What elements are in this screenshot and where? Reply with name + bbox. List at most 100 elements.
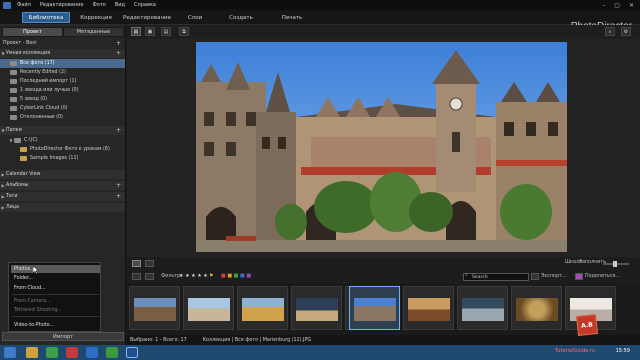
loupe-view-icon[interactable]: ▣ <box>145 27 155 36</box>
search-zoom-icon[interactable]: ⌕ <box>605 27 615 36</box>
main-photo[interactable] <box>196 42 567 252</box>
collection-icon <box>10 79 17 84</box>
folder-item-samples[interactable]: Sample Images (11) <box>0 154 125 163</box>
menu-file[interactable]: Файл <box>17 2 31 8</box>
thumbnail-image <box>242 298 284 321</box>
collection-item-all-photos[interactable]: Все фото (17) <box>0 59 125 68</box>
tab-edit[interactable]: Редактирование <box>118 12 176 23</box>
menu-view[interactable]: Вид <box>115 2 125 8</box>
thumbnail[interactable] <box>237 286 288 330</box>
import-button[interactable]: Импорт <box>2 332 124 341</box>
thumbnail[interactable] <box>129 286 180 330</box>
thumbnail[interactable] <box>291 286 342 330</box>
grid-view-icon[interactable]: ▦ <box>131 27 141 36</box>
collection-item-cloud[interactable]: CyberLink Cloud (0) <box>0 104 125 113</box>
thumbnail[interactable] <box>511 286 562 330</box>
folders-header[interactable]: ▼ Папки + <box>0 126 125 135</box>
chrome-icon[interactable] <box>46 347 58 358</box>
view-toolbar: ▦ ▣ ▤ ⧉ ⌕ ⚙ <box>127 25 640 39</box>
collection-label: Последний импорт (1) <box>20 79 77 84</box>
folder-item-lessons[interactable]: PhotoDirector Фото к урокам (6) <box>0 145 125 154</box>
calendar-view-header[interactable]: ▶ Calendar View <box>0 170 125 179</box>
collection-item-last-import[interactable]: Последний импорт (1) <box>0 77 125 86</box>
import-cloud-item[interactable]: From Cloud... <box>11 284 100 292</box>
zoom-slider[interactable] <box>603 261 629 267</box>
collection-icon <box>10 70 17 75</box>
castle-photo-image <box>196 42 567 252</box>
list-view-icon[interactable] <box>145 260 154 267</box>
albums-header[interactable]: ▶ Альбомы + <box>0 181 125 190</box>
add-project-icon[interactable]: + <box>116 40 121 47</box>
import-photos-item[interactable]: Photos... <box>11 265 100 273</box>
filmstrip <box>127 283 640 335</box>
search-icon: ⌕ <box>465 273 468 278</box>
thumbnail[interactable] <box>457 286 508 330</box>
folder-label: Sample Images (11) <box>30 156 79 161</box>
clock-time: 15:59 <box>615 348 630 354</box>
fullscreen-icon[interactable]: ⧉ <box>179 27 189 36</box>
tab-library[interactable]: Библиотека <box>22 12 70 23</box>
thumbnail-selected[interactable] <box>349 286 400 330</box>
share-button[interactable]: Поделиться... <box>585 274 620 279</box>
video-to-photo-item[interactable]: Video-to-Photo... <box>11 321 100 329</box>
collection-item-one-star[interactable]: 1 звезда или лучше (0) <box>0 86 125 95</box>
collection-label: CyberLink Cloud (0) <box>20 106 68 111</box>
tab-print[interactable]: Печать <box>276 12 308 23</box>
compare-view-icon[interactable]: ▤ <box>161 27 171 36</box>
drive-c-row[interactable]: ▼ C:\(C) <box>0 136 125 145</box>
tab-metadata[interactable]: Метаданные <box>63 27 124 37</box>
photodirector-task-icon[interactable] <box>126 347 138 358</box>
thumbnail-size-icon[interactable] <box>145 273 154 280</box>
import-folder-item[interactable]: Folder... <box>11 274 100 282</box>
excel-icon[interactable] <box>106 347 118 358</box>
thumbnail-image <box>462 298 504 321</box>
app-logo-icon <box>3 1 11 9</box>
add-folder-icon[interactable]: + <box>116 127 121 134</box>
color-label-filter[interactable]: ■ ■ ■ ■ ■ <box>221 273 251 279</box>
menu-edit[interactable]: Редактирование <box>40 2 84 8</box>
maximize-button[interactable]: ▢ <box>614 2 620 9</box>
add-album-icon[interactable]: + <box>116 182 121 189</box>
flag-filter-icon[interactable]: ⚑ <box>209 273 213 279</box>
add-tag-icon[interactable]: + <box>116 193 121 200</box>
start-button-icon[interactable] <box>4 347 16 358</box>
zoom-slider-knob[interactable] <box>613 261 617 267</box>
collection-label: Все фото (17) <box>20 61 55 66</box>
smart-collection-header[interactable]: ▼ Умная коллекция + <box>0 49 125 58</box>
filmstrip-view-icon[interactable] <box>132 260 141 267</box>
fill-label: Заполнить <box>579 260 607 265</box>
filmstrip-toolbar: Фильтр: ★ ★ ★ ★ ★ ⚑ ■ ■ ■ ■ ■ Search ⌕ Э… <box>127 257 640 283</box>
collection-item-rejected[interactable]: Отклоненные (0) <box>0 113 125 122</box>
star-filter[interactable]: ★ ★ ★ ★ ★ <box>179 273 208 279</box>
collection-item-five-stars[interactable]: 5 звезд (0) <box>0 95 125 104</box>
sort-icon[interactable] <box>132 273 141 280</box>
minimize-button[interactable]: – <box>602 2 605 9</box>
menu-photo[interactable]: Фото <box>92 2 105 8</box>
tags-header[interactable]: ▶ Теги + <box>0 192 125 201</box>
photo-viewer <box>127 39 640 257</box>
collection-label: 1 звезда или лучше (0) <box>20 88 79 93</box>
tethered-shooting-item: Tethered Shooting... <box>14 307 63 313</box>
export-button[interactable]: Экспорт... <box>541 274 566 279</box>
explorer-icon[interactable] <box>26 347 38 358</box>
project-row[interactable]: Проект - Вeni + <box>0 39 125 48</box>
faces-header[interactable]: ▶ Лица <box>0 203 125 212</box>
opera-icon[interactable] <box>66 347 78 358</box>
export-icon[interactable] <box>531 273 539 280</box>
tab-layers[interactable]: Слои <box>180 12 210 23</box>
close-button[interactable]: ✕ <box>629 2 634 9</box>
word-icon[interactable] <box>86 347 98 358</box>
tab-adjustment[interactable]: Коррекция <box>76 12 116 23</box>
collection-item-recent[interactable]: Recently Edited (2) <box>0 68 125 77</box>
taskbar-clock[interactable]: 15:59 <box>616 348 630 354</box>
share-icon[interactable] <box>575 273 583 280</box>
tab-create[interactable]: Создать <box>222 12 260 23</box>
menu-help[interactable]: Справка <box>134 2 156 8</box>
add-collection-icon[interactable]: + <box>116 50 121 57</box>
thumbnail[interactable] <box>403 286 454 330</box>
thumbnail[interactable] <box>183 286 234 330</box>
search-input[interactable]: Search <box>463 273 529 281</box>
settings-icon[interactable]: ⚙ <box>621 27 631 36</box>
site-badge-logo: A.B <box>576 314 598 336</box>
tab-project[interactable]: Проект <box>2 27 63 37</box>
